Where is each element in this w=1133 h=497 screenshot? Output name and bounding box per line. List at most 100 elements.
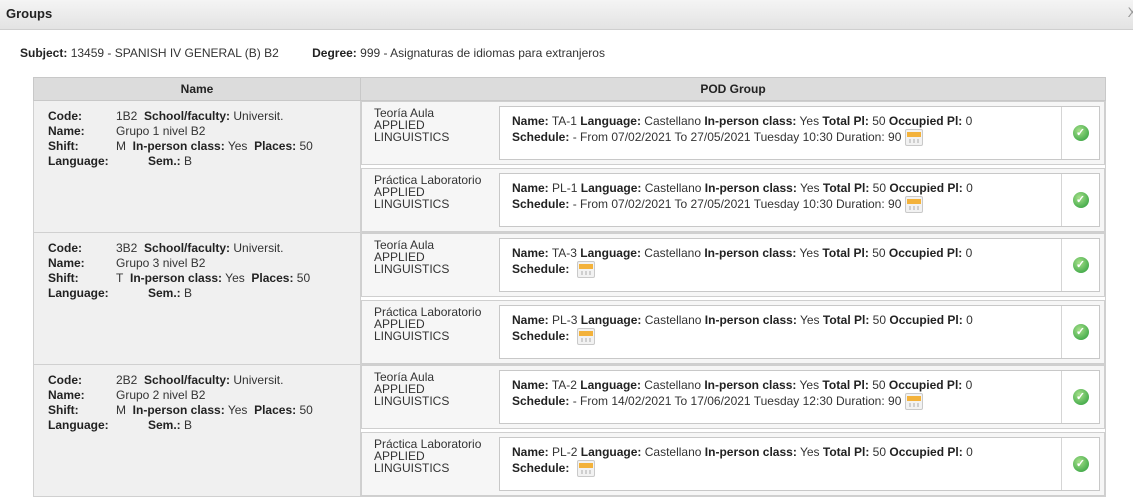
pod-schedule: - From 07/02/2021 To 27/05/2021 Tuesday …	[572, 197, 902, 211]
school-label: School/faculty:	[144, 241, 231, 255]
pod-inperson-label: In-person class:	[704, 313, 797, 327]
pod-occupied-pl: 0	[965, 378, 973, 392]
column-header-name: Name	[33, 77, 361, 101]
pod-details: Name: PL-1 Language: Castellano In-perso…	[500, 174, 1061, 226]
name-label: Name:	[48, 124, 85, 138]
total-pl-label: Total Pl:	[822, 445, 870, 459]
group-sem: B	[184, 286, 193, 300]
pod-language-label: Language:	[580, 114, 641, 128]
pod-inperson: Yes	[799, 445, 820, 459]
places-label: Places:	[254, 139, 297, 153]
schedule-label: Schedule:	[512, 329, 570, 343]
pod-total-pl: 50	[872, 313, 887, 327]
pod-details-box: Name: PL-2 Language: Castellano In-perso…	[499, 437, 1100, 491]
sem-label: Sem.:	[148, 286, 181, 300]
pod-department: APPLIED LINGUISTICS	[374, 317, 450, 343]
pod-name: TA-1	[551, 114, 577, 128]
pod-department: APPLIED LINGUISTICS	[374, 118, 450, 144]
pod-language-label: Language:	[580, 181, 642, 195]
pod-occupied-pl: 0	[965, 246, 973, 260]
pod-name: PL-2	[552, 445, 578, 459]
close-icon[interactable]: X	[1128, 4, 1133, 20]
group-inperson: Yes	[227, 403, 248, 417]
pod-department: APPLIED LINGUISTICS	[374, 382, 450, 408]
groups-table: Name POD Group Code: 1B2 School/faculty: …	[33, 77, 1106, 497]
group-name: Grupo 1 nivel B2	[116, 124, 206, 138]
calendar-icon[interactable]	[905, 196, 924, 213]
pod-language: Castellano	[644, 445, 702, 459]
shift-label: Shift:	[48, 403, 79, 417]
occupied-pl-label: Occupied Pl:	[889, 313, 963, 327]
pod-name: PL-1	[552, 181, 578, 195]
pod-total-pl: 50	[872, 114, 886, 128]
shift-label: Shift:	[48, 271, 79, 285]
pod-language-label: Language:	[580, 378, 641, 392]
calendar-icon[interactable]	[576, 460, 595, 477]
calendar-icon[interactable]	[576, 328, 595, 345]
pod-status-cell: ✓	[1061, 371, 1099, 423]
pod-status-cell: ✓	[1061, 438, 1099, 490]
calendar-icon[interactable]	[905, 129, 924, 146]
calendar-icon[interactable]	[576, 261, 595, 278]
schedule-label: Schedule:	[512, 197, 570, 211]
pod-inperson: Yes	[799, 246, 820, 260]
pod-language: Castellano	[644, 246, 701, 260]
pod-language: Castellano	[644, 313, 702, 327]
pod-row: Teoría Aula APPLIED LINGUISTICS Name: TA…	[361, 233, 1105, 297]
pod-schedule: - From 14/02/2021 To 17/06/2021 Tuesday …	[572, 394, 902, 408]
table-row: Code: 1B2 School/faculty: Universit. Name…	[33, 100, 1106, 233]
inperson-label: In-person class:	[132, 403, 225, 417]
schedule-label: Schedule:	[512, 394, 570, 408]
group-code: 3B2	[116, 241, 138, 255]
check-circle-icon[interactable]: ✓	[1072, 257, 1089, 273]
group-code: 2B2	[116, 373, 138, 387]
degree-value: 999 - Asignaturas de idiomas para extran…	[360, 46, 605, 60]
check-circle-icon[interactable]: ✓	[1072, 324, 1089, 340]
pod-department: APPLIED LINGUISTICS	[374, 449, 450, 475]
pod-details-box: Name: TA-2 Language: Castellano In-perso…	[499, 370, 1100, 424]
pod-status-cell: ✓	[1061, 306, 1099, 358]
total-pl-label: Total Pl:	[822, 181, 870, 195]
check-circle-icon[interactable]: ✓	[1072, 456, 1089, 472]
pod-inperson: Yes	[799, 313, 820, 327]
code-label: Code:	[48, 109, 82, 123]
name-label: Name:	[48, 388, 85, 402]
pod-details: Name: TA-1 Language: Castellano In-perso…	[500, 107, 1061, 159]
pod-total-pl: 50	[872, 445, 887, 459]
pod-status-cell: ✓	[1061, 174, 1099, 226]
group-places: 50	[296, 271, 311, 285]
language-label: Language:	[48, 418, 109, 432]
occupied-pl-label: Occupied Pl:	[889, 445, 963, 459]
sem-label: Sem.:	[148, 418, 181, 432]
subject-value: 13459 - SPANISH IV GENERAL (B) B2	[70, 46, 279, 60]
places-label: Places:	[254, 403, 297, 417]
pod-language-label: Language:	[580, 246, 641, 260]
total-pl-label: Total Pl:	[822, 246, 869, 260]
pod-language-label: Language:	[580, 313, 642, 327]
check-circle-icon[interactable]: ✓	[1072, 389, 1089, 405]
schedule-label: Schedule:	[512, 130, 570, 144]
pod-total-pl: 50	[872, 181, 887, 195]
total-pl-label: Total Pl:	[822, 313, 870, 327]
check-circle-icon[interactable]: ✓	[1072, 192, 1089, 208]
pod-department: APPLIED LINGUISTICS	[374, 185, 450, 211]
pod-name: PL-3	[552, 313, 578, 327]
pod-group-cell: Teoría Aula APPLIED LINGUISTICS Name: TA…	[360, 232, 1106, 365]
places-label: Places:	[251, 271, 294, 285]
group-info-cell: Code: 2B2 School/faculty: Universit. Name…	[33, 364, 361, 497]
groups-table-body: Code: 1B2 School/faculty: Universit. Name…	[33, 100, 1106, 497]
pod-occupied-pl: 0	[966, 445, 973, 459]
pod-inperson-label: In-person class:	[704, 181, 797, 195]
calendar-icon[interactable]	[905, 393, 924, 410]
pod-type: Teoría Aula APPLIED LINGUISTICS	[362, 234, 495, 296]
group-school: Universit.	[233, 373, 284, 387]
pod-type: Práctica Laboratorio APPLIED LINGUISTICS	[362, 301, 495, 363]
name-label: Name:	[48, 256, 85, 270]
language-label: Language:	[48, 154, 109, 168]
group-inperson: Yes	[225, 271, 245, 285]
pod-name-label: Name:	[512, 313, 549, 327]
check-circle-icon[interactable]: ✓	[1072, 125, 1089, 141]
inperson-label: In-person class:	[130, 271, 223, 285]
group-name: Grupo 2 nivel B2	[116, 388, 206, 402]
pod-occupied-pl: 0	[965, 114, 973, 128]
